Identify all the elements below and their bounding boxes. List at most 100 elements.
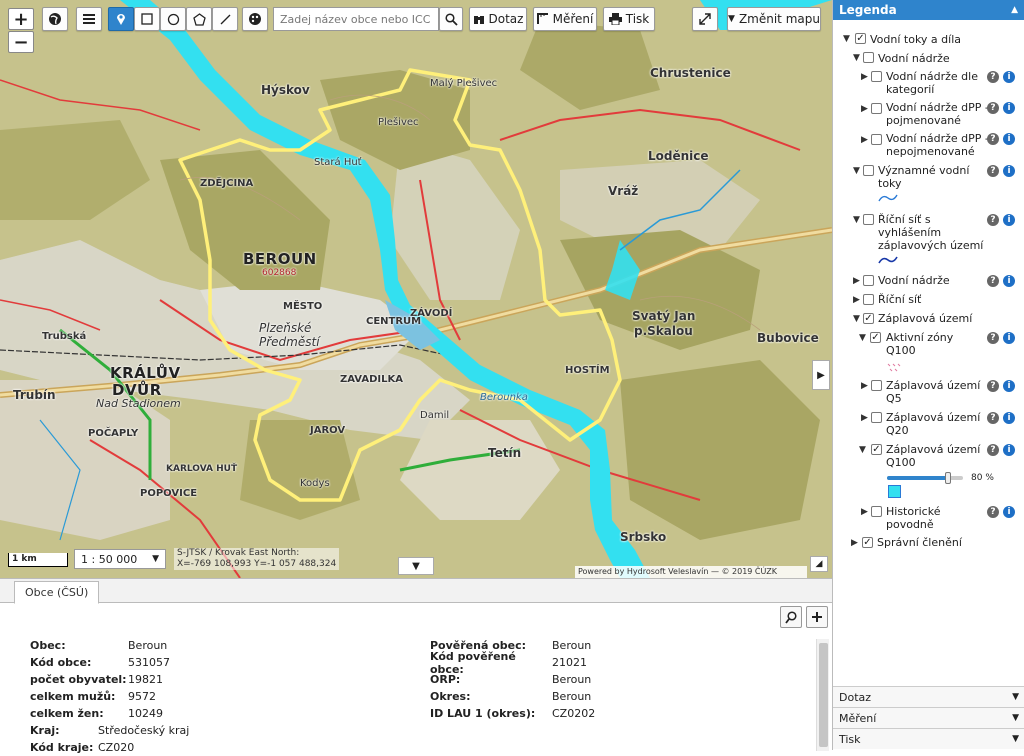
expand-legend-button[interactable]: ▶ bbox=[812, 360, 830, 390]
tab-obce[interactable]: Obce (ČSÚ) bbox=[14, 581, 100, 604]
checkbox-zaplavova-q100[interactable]: ✓ bbox=[871, 444, 882, 455]
collapsed-arrow-icon[interactable]: ▶ bbox=[853, 295, 861, 305]
polygon-select-button[interactable] bbox=[186, 7, 212, 31]
info-icon[interactable]: i bbox=[1003, 332, 1015, 344]
opacity-slider-handle[interactable] bbox=[944, 472, 951, 484]
info-icon[interactable]: i bbox=[1003, 506, 1015, 518]
search-input[interactable] bbox=[273, 7, 439, 31]
accordion-dotaz[interactable]: Dotaz ▼ bbox=[833, 686, 1024, 707]
help-icon[interactable]: ? bbox=[987, 380, 999, 392]
checkbox-zaplavova[interactable]: ✓ bbox=[863, 313, 874, 324]
map-label-pod-skalou: p.Skalou bbox=[634, 324, 693, 338]
info-icon[interactable]: i bbox=[1003, 412, 1015, 424]
globe-button[interactable] bbox=[42, 7, 68, 31]
checkbox-vodni-nadrze-2[interactable] bbox=[863, 275, 874, 286]
expand-bottom-panel-button[interactable]: ▼ bbox=[398, 557, 434, 575]
scale-select[interactable]: 1 : 50 000 ▼ bbox=[74, 549, 166, 569]
fullscreen-button[interactable] bbox=[692, 7, 718, 31]
checkbox-vodni-nadrze[interactable] bbox=[863, 52, 874, 63]
map-canvas[interactable] bbox=[0, 0, 832, 578]
rectangle-select-button[interactable] bbox=[134, 7, 160, 31]
checkbox-nadrze-dpp-nepoj[interactable] bbox=[871, 134, 882, 145]
resize-corner-button[interactable]: ◢ bbox=[810, 556, 828, 572]
collapsed-arrow-icon[interactable]: ▶ bbox=[853, 276, 861, 286]
checkbox-historicke[interactable] bbox=[871, 506, 882, 517]
expanded-arrow-icon[interactable]: ▼ bbox=[853, 314, 861, 324]
help-icon[interactable]: ? bbox=[987, 133, 999, 145]
layers-menu-button[interactable] bbox=[76, 7, 102, 31]
expanded-arrow-icon[interactable]: ▼ bbox=[859, 333, 867, 343]
circle-select-button[interactable] bbox=[160, 7, 186, 31]
expanded-arrow-icon[interactable]: ▼ bbox=[853, 166, 861, 176]
scrollbar-thumb[interactable] bbox=[819, 643, 828, 747]
checkbox-nadrze-kategorii[interactable] bbox=[871, 71, 882, 82]
map-label-trubin: Trubín bbox=[13, 388, 56, 402]
collapsed-arrow-icon[interactable]: ▶ bbox=[861, 507, 869, 517]
point-select-button[interactable] bbox=[108, 7, 134, 31]
collapsed-arrow-icon[interactable]: ▶ bbox=[861, 381, 869, 391]
attr-key: Okres: bbox=[430, 690, 471, 703]
zoom-to-feature-button[interactable] bbox=[780, 606, 802, 628]
change-map-button[interactable]: ▼ Změnit mapu bbox=[727, 7, 821, 31]
info-icon[interactable]: i bbox=[1003, 444, 1015, 456]
buffer-select-button[interactable] bbox=[242, 7, 268, 31]
collapsed-arrow-icon[interactable]: ▶ bbox=[861, 413, 869, 423]
search-button[interactable] bbox=[439, 7, 463, 31]
attr-value: 10249 bbox=[128, 707, 163, 720]
help-icon[interactable]: ? bbox=[987, 102, 999, 114]
collapsed-arrow-icon[interactable]: ▶ bbox=[861, 135, 869, 145]
help-icon[interactable]: ? bbox=[987, 412, 999, 424]
checkbox-ricni-sit-vyhlaseni[interactable] bbox=[863, 214, 874, 225]
attr-value: CZ0202 bbox=[552, 707, 596, 720]
help-icon[interactable]: ? bbox=[987, 444, 999, 456]
info-icon[interactable]: i bbox=[1003, 102, 1015, 114]
help-icon[interactable]: ? bbox=[987, 506, 999, 518]
print-button[interactable]: Tisk bbox=[603, 7, 655, 31]
collapsed-arrow-icon[interactable]: ▶ bbox=[851, 538, 859, 548]
collapsed-arrow-icon[interactable]: ▶ bbox=[861, 72, 869, 82]
map-view[interactable]: BEROUN 602868 KRÁLŮV DVŮR Loděnice Chrus… bbox=[0, 0, 832, 578]
line-select-button[interactable] bbox=[212, 7, 238, 31]
collapsed-arrow-icon[interactable]: ▶ bbox=[861, 104, 869, 114]
info-icon[interactable]: i bbox=[1003, 214, 1015, 226]
legend-header[interactable]: Legenda ▲ bbox=[833, 0, 1024, 20]
checkbox-vodni-toky[interactable]: ✓ bbox=[855, 33, 866, 44]
help-icon[interactable]: ? bbox=[987, 71, 999, 83]
info-scrollbar[interactable] bbox=[816, 639, 829, 751]
map-label-hyskov: Hýskov bbox=[261, 83, 310, 97]
expanded-arrow-icon[interactable]: ▼ bbox=[859, 445, 867, 455]
measure-button[interactable]: Měření bbox=[533, 7, 597, 31]
checkbox-nadrze-dpp-poj[interactable] bbox=[871, 103, 882, 114]
expanded-arrow-icon[interactable]: ▼ bbox=[853, 53, 861, 63]
checkbox-aktivni-zony[interactable]: ✓ bbox=[870, 332, 881, 343]
coordinates-readout: S-JTSK / Krovak East North: X=-769 108,9… bbox=[174, 548, 340, 570]
info-icon[interactable]: i bbox=[1003, 133, 1015, 145]
checkbox-ricni-sit[interactable] bbox=[863, 294, 874, 305]
help-icon[interactable]: ? bbox=[987, 214, 999, 226]
expanded-arrow-icon[interactable]: ▼ bbox=[853, 215, 861, 225]
scale-bar: 1 km bbox=[8, 553, 68, 567]
checkbox-vyznamne-toky[interactable] bbox=[863, 165, 874, 176]
info-icon[interactable]: i bbox=[1003, 275, 1015, 287]
query-button[interactable]: Dotaz bbox=[469, 7, 527, 31]
print-icon bbox=[608, 13, 622, 25]
checkbox-spravni[interactable]: ✓ bbox=[862, 537, 873, 548]
collapse-up-icon[interactable]: ▲ bbox=[1011, 5, 1018, 15]
change-map-label: Změnit mapu bbox=[738, 12, 820, 26]
help-icon[interactable]: ? bbox=[987, 275, 999, 287]
expand-info-button[interactable] bbox=[806, 606, 828, 628]
checkbox-zaplavova-q20[interactable] bbox=[871, 412, 882, 423]
opacity-slider-track[interactable] bbox=[887, 472, 963, 484]
checkbox-zaplavova-q5[interactable] bbox=[871, 380, 882, 391]
accordion-tisk[interactable]: Tisk ▼ bbox=[833, 728, 1024, 749]
help-icon[interactable]: ? bbox=[987, 332, 999, 344]
info-icon[interactable]: i bbox=[1003, 71, 1015, 83]
zoom-out-button[interactable]: − bbox=[8, 31, 34, 53]
expanded-arrow-icon[interactable]: ▼ bbox=[843, 34, 851, 44]
attr-row: Obec: Beroun bbox=[30, 637, 189, 654]
accordion-mereni[interactable]: Měření ▼ bbox=[833, 707, 1024, 728]
info-icon[interactable]: i bbox=[1003, 165, 1015, 177]
zoom-in-button[interactable]: + bbox=[8, 8, 34, 30]
help-icon[interactable]: ? bbox=[987, 165, 999, 177]
info-icon[interactable]: i bbox=[1003, 380, 1015, 392]
